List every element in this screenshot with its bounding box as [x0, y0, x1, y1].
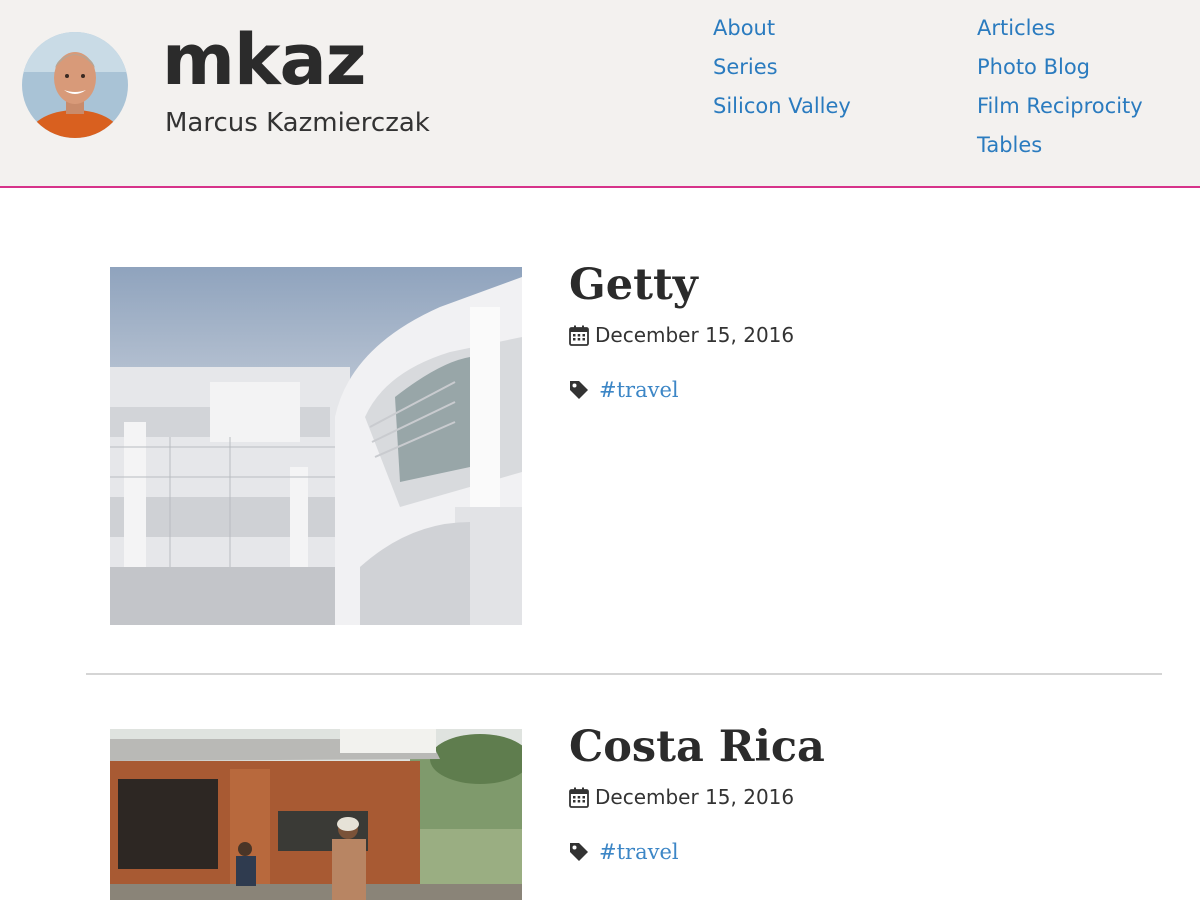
post-tag: #travel [569, 376, 679, 404]
post-tag: #travel [569, 838, 679, 866]
calendar-icon [569, 787, 589, 808]
post-title[interactable]: Costa Rica [569, 721, 825, 773]
nav-link-series[interactable]: Series [713, 55, 778, 79]
nav-column-1: About Series Silicon Valley [713, 12, 851, 129]
nav-link-articles[interactable]: Articles [977, 16, 1055, 40]
tag-link-travel[interactable]: #travel [599, 376, 679, 404]
post-thumbnail-costa-rica[interactable] [110, 729, 522, 900]
avatar-photo [22, 32, 128, 138]
tag-icon [570, 843, 588, 861]
site-subtitle: Marcus Kazmierczak [165, 108, 430, 138]
post-date-text: December 15, 2016 [595, 323, 795, 347]
tag-icon [570, 381, 588, 399]
nav-link-film-reciprocity[interactable]: Film Reciprocity [977, 94, 1143, 118]
costa-rica-photo [110, 729, 522, 900]
nav-link-silicon-valley[interactable]: Silicon Valley [713, 94, 851, 118]
calendar-icon [569, 325, 589, 346]
post-date: December 15, 2016 [569, 322, 794, 348]
nav-link-photo-blog[interactable]: Photo Blog [977, 55, 1090, 79]
site-header: mkaz Marcus Kazmierczak About Series Sil… [0, 0, 1200, 188]
getty-building-photo [110, 267, 522, 625]
nav-link-tables[interactable]: Tables [977, 133, 1042, 157]
post-title[interactable]: Getty [569, 259, 698, 311]
post-date: December 15, 2016 [569, 784, 794, 810]
author-avatar[interactable] [22, 32, 128, 138]
nav-link-about[interactable]: About [713, 16, 775, 40]
post-date-text: December 15, 2016 [595, 785, 795, 809]
nav-column-2: Articles Photo Blog Film Reciprocity Tab… [977, 12, 1143, 168]
site-title[interactable]: mkaz [162, 18, 366, 102]
post-divider [86, 673, 1162, 675]
tag-link-travel[interactable]: #travel [599, 838, 679, 866]
post-thumbnail-getty[interactable] [110, 267, 522, 625]
